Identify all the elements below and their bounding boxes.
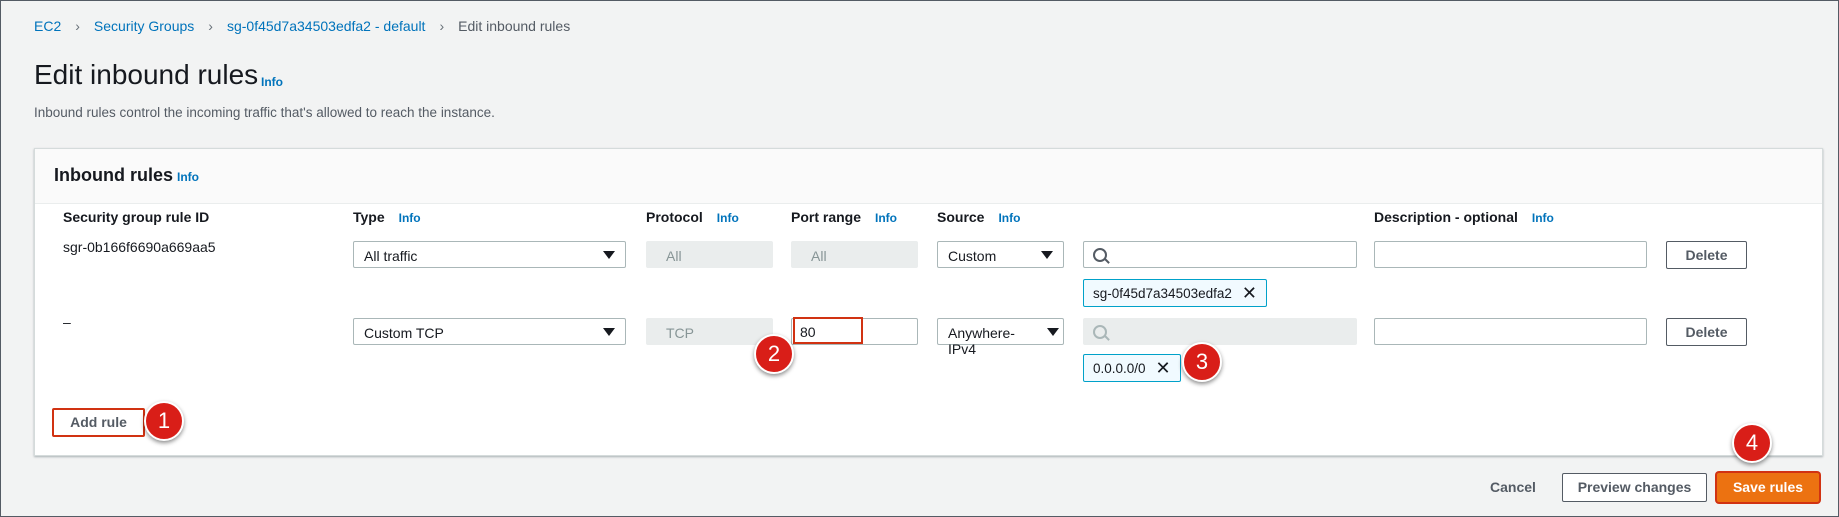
type-select[interactable]: Custom TCP xyxy=(353,318,626,345)
column-protocol-label: Protocol xyxy=(646,209,703,225)
column-header-type: Type Info xyxy=(353,209,421,225)
annotation-badge-4: 4 xyxy=(1732,423,1772,463)
protocol-field: All xyxy=(646,241,773,268)
source-token: sg-0f45d7a34503edfa2 ✕ xyxy=(1083,279,1267,307)
chevron-right-icon: › xyxy=(439,18,445,34)
column-source-label: Source xyxy=(937,209,985,225)
page-info-link[interactable]: Info xyxy=(261,75,283,89)
annotation-badge-3: 3 xyxy=(1182,342,1222,382)
add-rule-button[interactable]: Add rule xyxy=(52,408,145,437)
panel-header xyxy=(35,149,1822,204)
rule-id-text: sgr-0b166f6690a669aa5 xyxy=(63,239,216,255)
search-icon xyxy=(1093,248,1107,262)
preview-changes-button[interactable]: Preview changes xyxy=(1562,473,1707,502)
source-token-label: sg-0f45d7a34503edfa2 xyxy=(1093,285,1232,301)
type-select-value: Custom TCP xyxy=(364,325,444,341)
caret-down-icon xyxy=(603,251,615,259)
search-icon xyxy=(1093,325,1107,339)
column-header-port-range: Port range Info xyxy=(791,209,897,225)
breadcrumb-current: Edit inbound rules xyxy=(458,18,571,34)
rule-id-text: – xyxy=(63,314,71,330)
protocol-info-link[interactable]: Info xyxy=(717,211,739,225)
caret-down-icon xyxy=(1041,251,1053,259)
type-info-link[interactable]: Info xyxy=(399,211,421,225)
chevron-right-icon: › xyxy=(75,18,80,34)
source-select-value: Anywhere-IPv4 xyxy=(948,325,1015,357)
caret-down-icon xyxy=(1047,328,1059,336)
source-select[interactable]: Custom xyxy=(937,241,1064,268)
port-range-highlight xyxy=(793,317,863,344)
source-token-label: 0.0.0.0/0 xyxy=(1093,360,1146,376)
source-token: 0.0.0.0/0 ✕ xyxy=(1083,354,1181,382)
source-select[interactable]: Anywhere-IPv4 xyxy=(937,318,1064,357)
column-type-label: Type xyxy=(353,209,385,225)
delete-button[interactable]: Delete xyxy=(1666,241,1747,269)
port-range-info-link[interactable]: Info xyxy=(875,211,897,225)
chevron-right-icon: › xyxy=(208,18,213,34)
protocol-field: TCP xyxy=(646,318,773,345)
source-search-input[interactable] xyxy=(1083,241,1357,268)
caret-down-icon xyxy=(603,328,615,336)
breadcrumb-security-groups[interactable]: Security Groups xyxy=(94,18,194,34)
breadcrumb-security-group[interactable]: sg-0f45d7a34503edfa2 - default xyxy=(227,18,426,34)
annotation-badge-1: 1 xyxy=(144,401,184,441)
panel-title: Inbound rules xyxy=(54,165,173,185)
column-description-label: Description - optional xyxy=(1374,209,1518,225)
save-rules-button[interactable]: Save rules xyxy=(1717,473,1819,502)
type-select[interactable]: All traffic xyxy=(353,241,626,268)
page-description: Inbound rules control the incoming traff… xyxy=(34,105,495,120)
description-input[interactable] xyxy=(1374,318,1647,345)
description-input[interactable] xyxy=(1374,241,1647,268)
column-port-range-label: Port range xyxy=(791,209,862,225)
source-select-value: Custom xyxy=(948,248,997,264)
port-range-field: All xyxy=(791,241,918,268)
breadcrumb: EC2 › Security Groups › sg-0f45d7a34503e… xyxy=(34,18,570,34)
column-header-protocol: Protocol Info xyxy=(646,209,739,225)
source-info-link[interactable]: Info xyxy=(998,211,1020,225)
column-rule-id-label: Security group rule ID xyxy=(63,209,210,225)
close-icon[interactable]: ✕ xyxy=(1156,359,1171,377)
cancel-button[interactable]: Cancel xyxy=(1490,479,1536,495)
source-search-input[interactable] xyxy=(1083,318,1357,345)
breadcrumb-ec2[interactable]: EC2 xyxy=(34,18,61,34)
column-header-rule-id: Security group rule ID xyxy=(63,209,209,225)
inbound-rules-panel: Inbound rules Info Security group rule I… xyxy=(34,148,1823,456)
page-title: Edit inbound rules xyxy=(34,59,259,90)
type-select-value: All traffic xyxy=(364,248,418,264)
panel-info-link[interactable]: Info xyxy=(177,170,199,184)
annotation-badge-2: 2 xyxy=(754,334,794,374)
description-info-link[interactable]: Info xyxy=(1532,211,1554,225)
column-header-source: Source Info xyxy=(937,209,1020,225)
close-icon[interactable]: ✕ xyxy=(1242,284,1257,302)
column-header-description: Description - optional Info xyxy=(1374,209,1554,225)
delete-button[interactable]: Delete xyxy=(1666,318,1747,346)
